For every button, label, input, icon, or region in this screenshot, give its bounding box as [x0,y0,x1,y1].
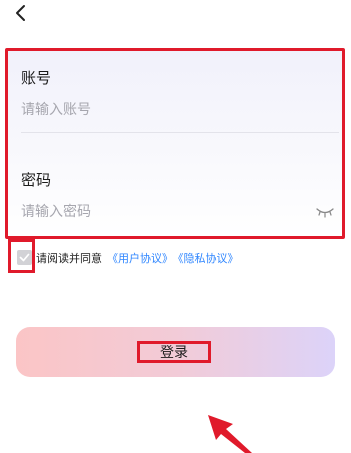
agreement-text: 请阅读并同意 《用户协议》 《隐私协议》 [36,250,239,266]
agreement-checkbox-highlight [8,239,35,273]
privacy-agreement-link[interactable]: 《隐私协议》 [178,252,239,265]
pointer-arrow-icon [208,415,252,453]
login-form: 账号 密码 [5,48,345,239]
user-agreement-link[interactable]: 《用户协议》 [107,252,173,265]
field-divider [21,132,339,133]
account-label: 账号 [21,69,52,87]
back-icon[interactable] [10,2,34,26]
password-label: 密码 [21,171,52,189]
account-input[interactable] [21,98,311,122]
eye-closed-icon[interactable] [316,206,334,218]
password-input[interactable] [21,200,311,224]
login-button-label: 登录 [137,341,211,363]
check-icon [19,253,30,262]
agreement-checkbox[interactable] [17,250,32,265]
agreement-prefix: 请阅读并同意 [36,252,102,265]
login-button[interactable]: 登录 [16,327,335,377]
